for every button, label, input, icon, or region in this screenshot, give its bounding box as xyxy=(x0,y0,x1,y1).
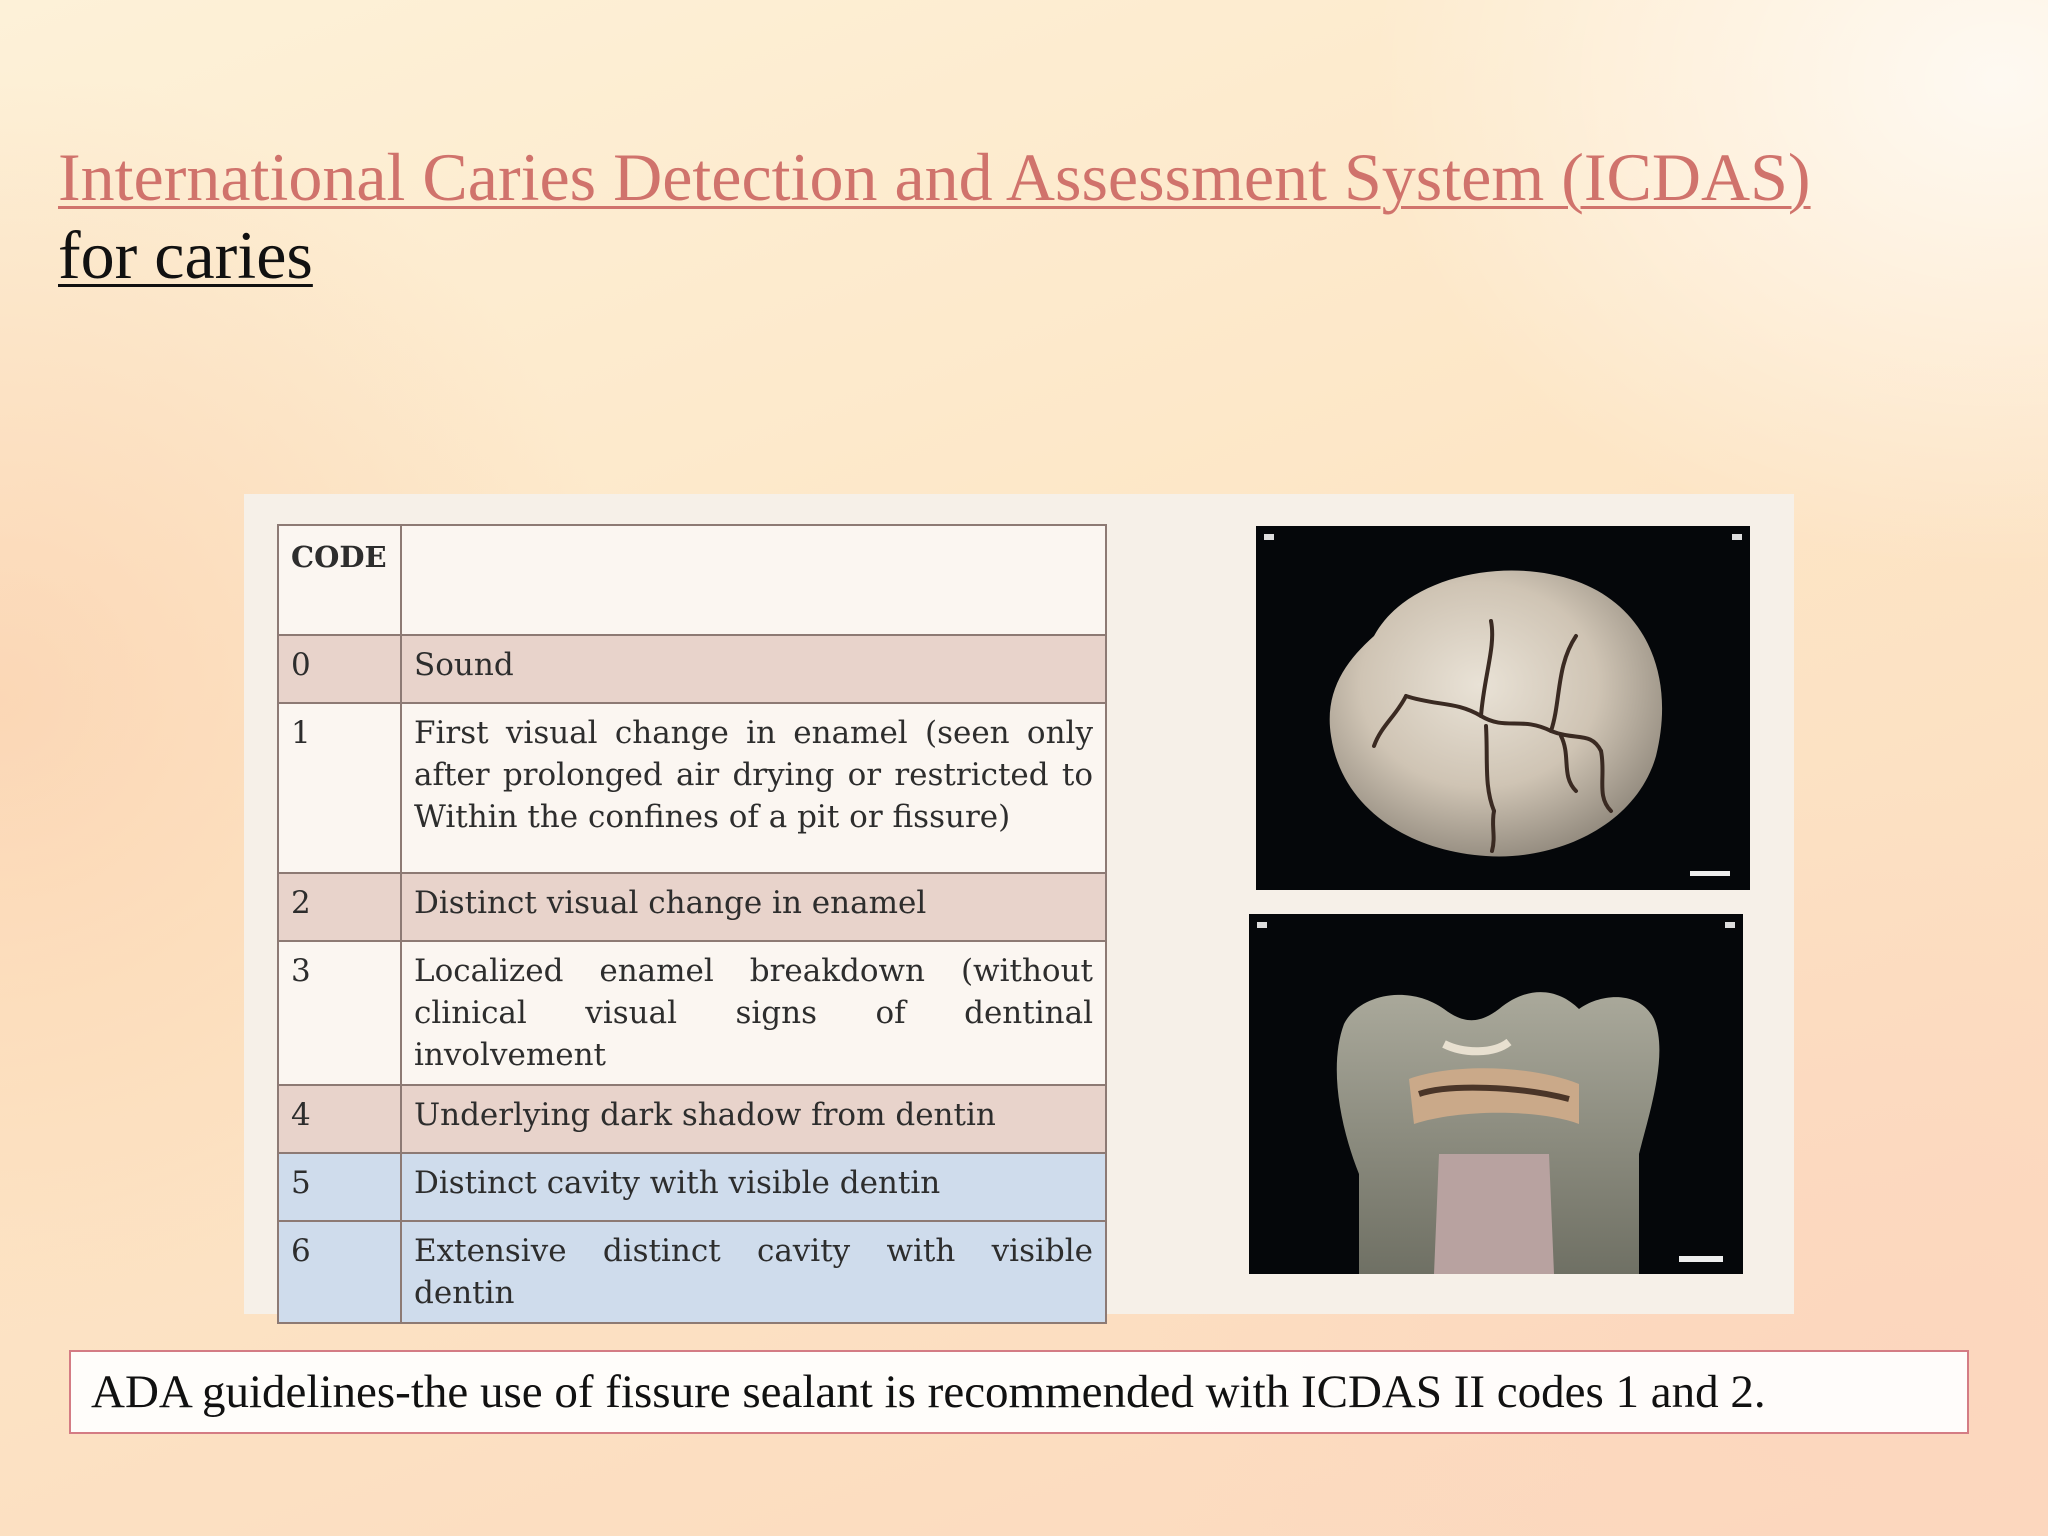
code-cell: 4 xyxy=(277,1084,402,1154)
code-cell: 6 xyxy=(277,1220,402,1324)
scale-bar xyxy=(1690,871,1730,876)
code-cell: 3 xyxy=(277,940,402,1086)
code-cell: 2 xyxy=(277,872,402,942)
description-cell: Extensive distinct cavity with visible d… xyxy=(400,1220,1107,1324)
description-cell: Distinct cavity with visible dentin xyxy=(400,1152,1107,1222)
code-cell: 5 xyxy=(277,1152,402,1222)
header-code-cell: CODE xyxy=(277,524,402,636)
tooth-section-photo xyxy=(1249,914,1743,1274)
photo-corner-mark xyxy=(1257,922,1267,928)
code-cell: 1 xyxy=(277,702,402,874)
icdas-figure: CODE 0 Sound 1 First visual change in en… xyxy=(244,494,1794,1324)
table-row: 6 Extensive distinct cavity with visible… xyxy=(277,1220,1107,1324)
slide-title: International Caries Detection and Asses… xyxy=(58,139,1811,215)
photo-corner-mark xyxy=(1732,534,1742,540)
table-row: 3 Localized enamel breakdown (without cl… xyxy=(277,940,1107,1086)
scale-bar xyxy=(1679,1256,1723,1262)
tooth-section-illustration xyxy=(1336,992,1723,1274)
table-row: 5 Distinct cavity with visible dentin xyxy=(277,1152,1107,1222)
code-cell: 0 xyxy=(277,634,402,704)
photo-corner-mark xyxy=(1264,534,1274,540)
photo-corner-mark xyxy=(1725,922,1735,928)
description-cell: Localized enamel breakdown (without clin… xyxy=(400,940,1107,1086)
tooth-occlusal-illustration xyxy=(1329,570,1730,876)
description-cell: Sound xyxy=(400,634,1107,704)
header-description-cell xyxy=(400,524,1107,636)
ada-guideline-note: ADA guidelines-the use of fissure sealan… xyxy=(69,1350,1969,1434)
table-row: 4 Underlying dark shadow from dentin xyxy=(277,1084,1107,1154)
icdas-table: CODE 0 Sound 1 First visual change in en… xyxy=(277,524,1107,1324)
tooth-occlusal-photo xyxy=(1256,526,1750,890)
table-header-row: CODE xyxy=(277,524,1107,636)
table-row: 2 Distinct visual change in enamel xyxy=(277,872,1107,942)
slide-subtitle: for caries xyxy=(58,217,313,293)
description-cell: First visual change in enamel (seen only… xyxy=(400,702,1107,874)
table-row: 0 Sound xyxy=(277,634,1107,704)
description-cell: Distinct visual change in enamel xyxy=(400,872,1107,942)
table-row: 1 First visual change in enamel (seen on… xyxy=(277,702,1107,874)
description-cell: Underlying dark shadow from dentin xyxy=(400,1084,1107,1154)
